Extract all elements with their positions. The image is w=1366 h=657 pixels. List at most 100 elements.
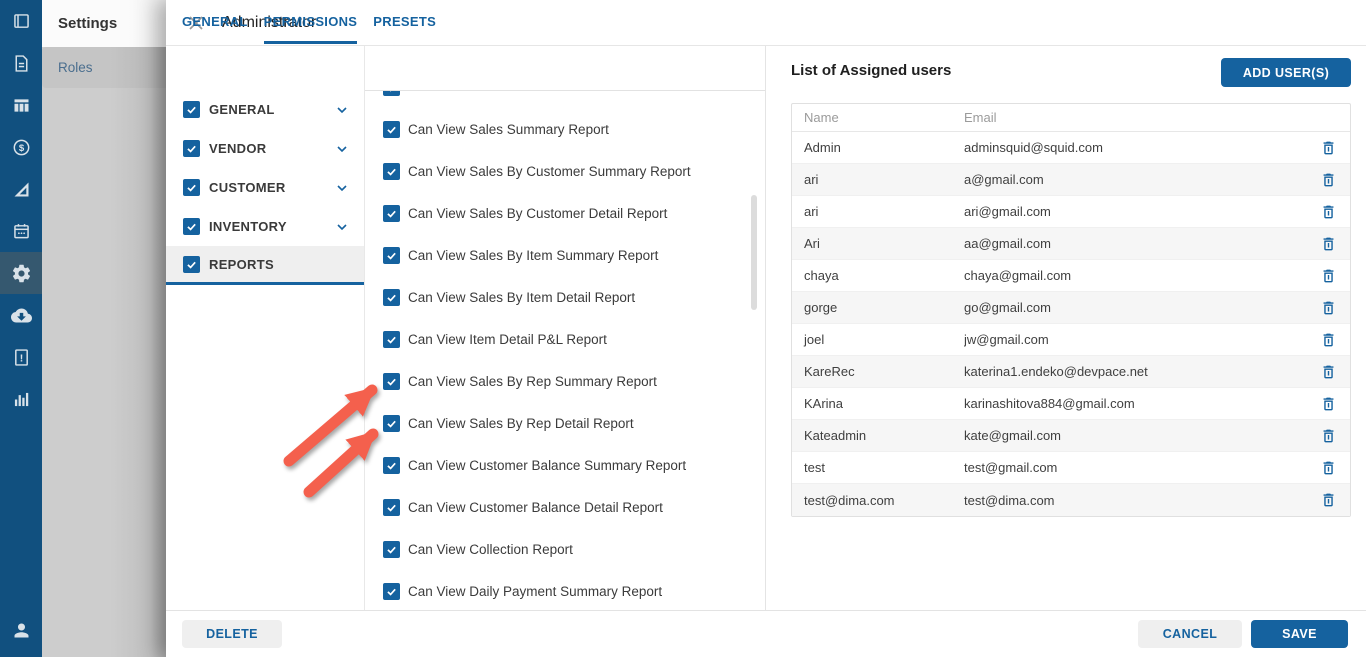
bar-chart-icon[interactable]: [0, 378, 42, 420]
chevron-down-icon[interactable]: [334, 180, 350, 196]
trash-icon[interactable]: [1320, 459, 1337, 477]
checkbox-checked[interactable]: [183, 101, 200, 118]
category-label: REPORTS: [209, 256, 274, 272]
chevron-down-icon[interactable]: [334, 141, 350, 157]
add-users-button[interactable]: ADD USER(S): [1221, 58, 1351, 87]
checkbox-checked[interactable]: [183, 218, 200, 235]
checkbox-checked[interactable]: [383, 204, 400, 222]
category-row-inventory[interactable]: INVENTORY: [166, 207, 364, 246]
user-email-cell: go@gmail.com: [964, 300, 1051, 315]
user-name-cell: ari: [804, 204, 819, 219]
trash-icon[interactable]: [1320, 331, 1337, 349]
user-email-cell: jw@gmail.com: [964, 332, 1049, 347]
document-icon[interactable]: [0, 42, 42, 84]
trash-icon[interactable]: [1320, 363, 1337, 381]
settings-gear-icon[interactable]: [0, 252, 42, 294]
trash-icon[interactable]: [1320, 299, 1337, 317]
user-icon[interactable]: [0, 609, 42, 651]
trash-icon[interactable]: [1320, 395, 1337, 413]
tab-permissions[interactable]: PERMISSIONS: [263, 0, 358, 44]
checkbox-checked[interactable]: [383, 288, 400, 306]
save-button[interactable]: SAVE: [1251, 620, 1348, 648]
calendar-icon[interactable]: [0, 210, 42, 252]
chevron-down-icon[interactable]: [334, 219, 350, 235]
table-row: Kateadmin kate@gmail.com: [792, 420, 1350, 452]
trash-icon[interactable]: [1320, 427, 1337, 445]
user-name-cell: chaya: [804, 268, 839, 283]
table-header-row: Name Email: [792, 104, 1350, 132]
footer-right-group: CANCEL SAVE: [1138, 620, 1348, 648]
category-label: VENDOR: [209, 141, 267, 156]
table-row: joel jw@gmail.com: [792, 324, 1350, 356]
cancel-button[interactable]: CANCEL: [1138, 620, 1242, 648]
trash-icon[interactable]: [1320, 235, 1337, 253]
tab-presets[interactable]: PRESETS: [373, 0, 436, 44]
permission-label: Can View Customer Balance Summary Report: [408, 457, 687, 473]
permission-label: Can View Sales By Item Detail Report: [408, 289, 636, 305]
checkbox-checked[interactable]: [383, 456, 400, 474]
checkbox-checked[interactable]: [383, 330, 400, 348]
money-icon[interactable]: $: [0, 126, 42, 168]
icon-rail: $ !: [0, 0, 42, 657]
category-row-vendor[interactable]: VENDOR: [166, 129, 364, 168]
checkbox-checked[interactable]: [383, 498, 400, 516]
category-row-general[interactable]: GENERAL: [166, 90, 364, 129]
report-alert-icon[interactable]: !: [0, 336, 42, 378]
checkbox-checked[interactable]: [383, 372, 400, 390]
checkbox-checked[interactable]: [383, 246, 400, 264]
app-root: $ ! Settings Roles Administrator GENERAL…: [0, 0, 1366, 657]
table-row: ari ari@gmail.com: [792, 196, 1350, 228]
user-actions-cell: [1306, 427, 1350, 445]
delete-button[interactable]: DELETE: [182, 620, 282, 648]
chevron-down-icon[interactable]: [334, 102, 350, 118]
trash-icon[interactable]: [1320, 139, 1337, 157]
category-row-customer[interactable]: CUSTOMER: [166, 168, 364, 207]
trash-icon[interactable]: [1320, 203, 1337, 221]
checkbox-checked[interactable]: [383, 91, 400, 96]
ruler-icon[interactable]: [0, 168, 42, 210]
checkbox-checked[interactable]: [183, 179, 200, 196]
trash-icon[interactable]: [1320, 491, 1337, 509]
table-row: Admin adminsquid@squid.com: [792, 132, 1350, 164]
settings-item-roles[interactable]: Roles: [42, 47, 166, 88]
user-actions-cell: [1306, 267, 1350, 285]
checkbox-checked[interactable]: [383, 582, 400, 600]
permission-row: Can View Daily Payment Summary Report: [365, 570, 765, 610]
permission-label: Can View Sales By Customer Detail Report: [408, 205, 668, 221]
checkbox-checked[interactable]: [183, 255, 200, 273]
permission-label: Can View Item Detail P&L Report: [408, 331, 607, 347]
trash-icon[interactable]: [1320, 267, 1337, 285]
permission-row: Can View Sales By Customer Summary Repor…: [365, 150, 765, 192]
table-row: gorge go@gmail.com: [792, 292, 1350, 324]
checkbox-checked[interactable]: [183, 140, 200, 157]
checkbox-checked[interactable]: [383, 120, 400, 138]
permission-row: Can View Sales By Customer Detail Report: [365, 192, 765, 234]
cloud-download-icon[interactable]: [0, 294, 42, 336]
category-row-reports[interactable]: REPORTS: [166, 246, 364, 285]
checkbox-checked[interactable]: [383, 540, 400, 558]
category-list: GENERAL VENDOR CUSTOMER INVENTORY REPORT…: [166, 90, 364, 285]
settings-panel-title: Settings: [42, 0, 166, 47]
permission-row: Can View Collection Report: [365, 528, 765, 570]
tab-bar: GENERAL PERMISSIONS PRESETS: [166, 0, 766, 44]
scrollbar-thumb[interactable]: [751, 195, 757, 310]
checkbox-checked[interactable]: [383, 414, 400, 432]
checkbox-checked[interactable]: [383, 162, 400, 180]
permission-row-clipped: [365, 91, 765, 108]
settings-panel-body: Roles: [42, 47, 166, 657]
user-name-cell: KareRec: [804, 364, 855, 379]
window-icon[interactable]: [0, 0, 42, 42]
user-actions-cell: [1306, 235, 1350, 253]
user-actions-cell: [1306, 363, 1350, 381]
user-actions-cell: [1306, 395, 1350, 413]
user-actions-cell: [1306, 299, 1350, 317]
trash-icon[interactable]: [1320, 171, 1337, 189]
permission-label: Can View Sales By Rep Detail Report: [408, 415, 634, 431]
user-email-cell: a@gmail.com: [964, 172, 1044, 187]
user-actions-cell: [1306, 331, 1350, 349]
user-name-cell: Admin: [804, 140, 841, 155]
table-icon[interactable]: [0, 84, 42, 126]
tab-general[interactable]: GENERAL: [182, 0, 248, 44]
table-row: KareRec katerina1.endeko@devpace.net: [792, 356, 1350, 388]
permission-label: Can View Collection Report: [408, 541, 573, 557]
